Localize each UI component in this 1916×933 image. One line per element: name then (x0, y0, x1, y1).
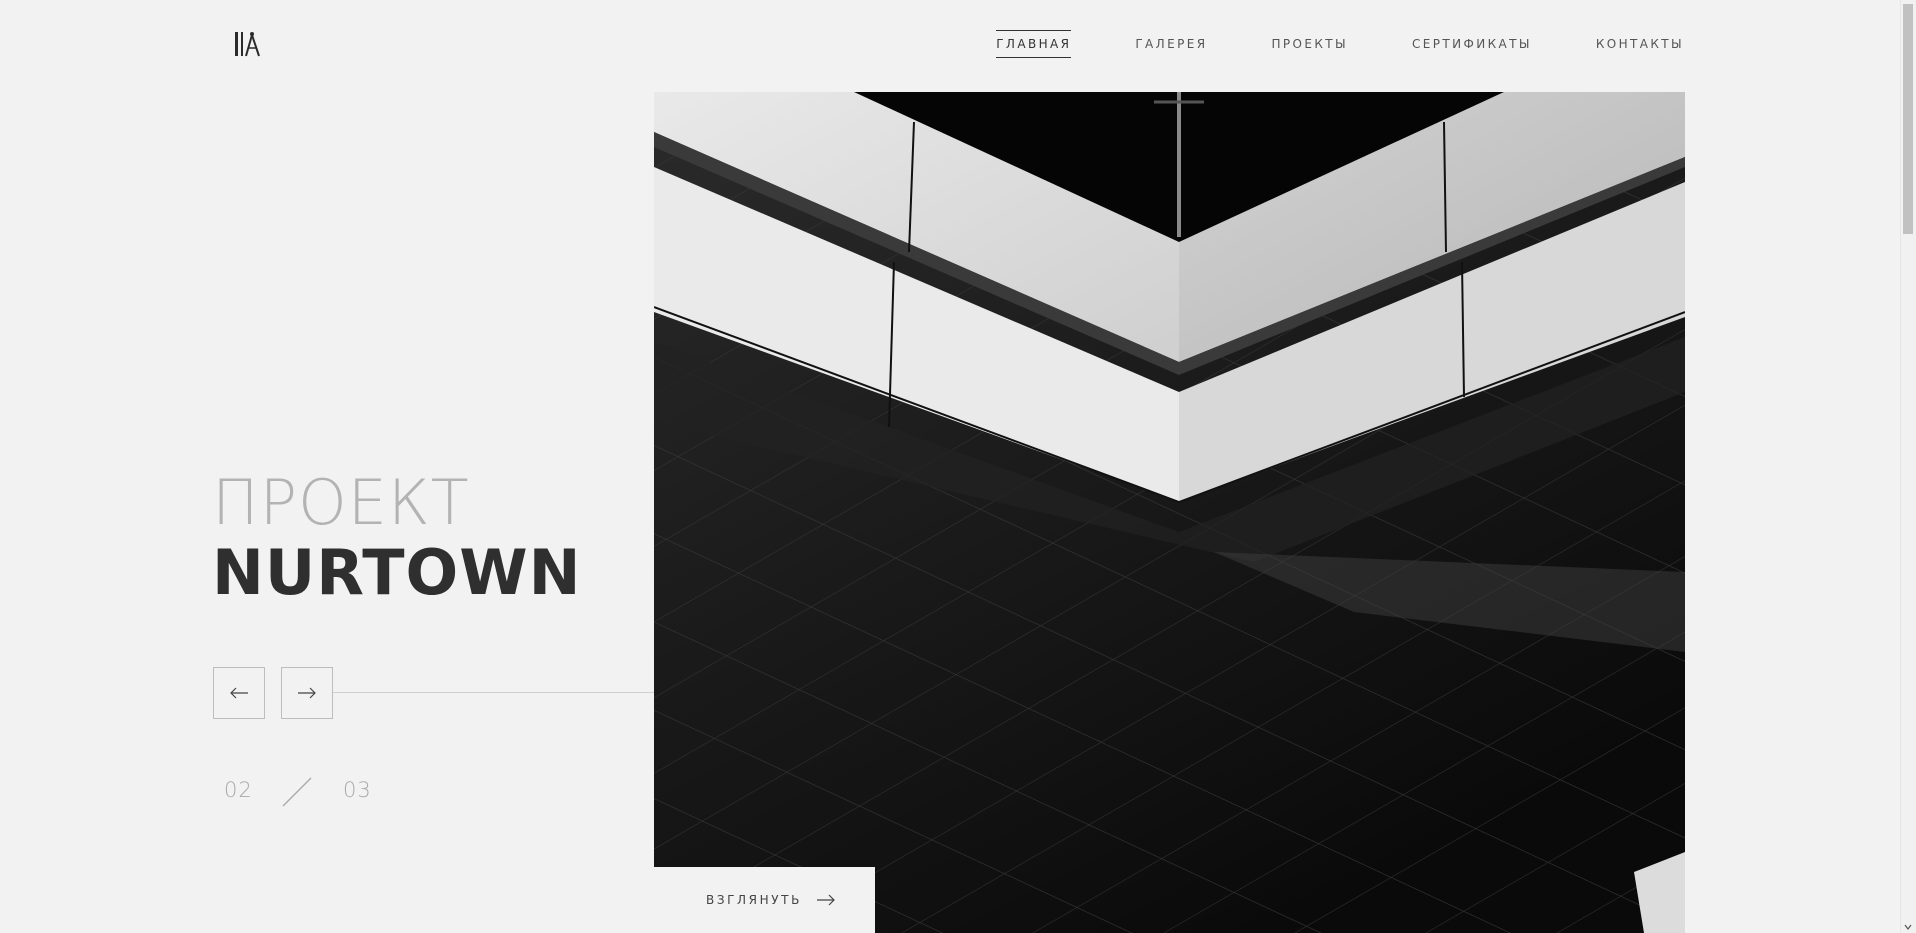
arrow-right-icon (816, 894, 836, 906)
next-slide-button[interactable] (281, 667, 333, 719)
arrow-left-icon (230, 687, 248, 699)
view-project-button[interactable]: ВЗГЛЯНУТЬ (654, 867, 875, 933)
nav-item-contacts[interactable]: КОНТАКТЫ (1596, 34, 1684, 58)
slider-progress-line (333, 692, 654, 693)
slide-counter-total: 03 (343, 778, 372, 802)
slide-counter-current: 02 (224, 778, 253, 802)
page-scrollbar[interactable] (1900, 0, 1916, 933)
arrow-right-icon (298, 687, 316, 699)
hero-title-light: ПРОЕКТ (212, 466, 470, 539)
hero-title-bold: NURTOWN (212, 536, 582, 609)
nav-item-projects[interactable]: ПРОЕКТЫ (1271, 34, 1348, 58)
counter-separator (282, 777, 312, 807)
hero-image (654, 92, 1685, 933)
chevron-down-icon[interactable] (1904, 923, 1912, 931)
main-nav: ГЛАВНАЯ ГАЛЕРЕЯ ПРОЕКТЫ СЕРТИФИКАТЫ КОНТ… (932, 30, 1684, 58)
architect-compass-logo-icon (235, 32, 260, 57)
view-project-label: ВЗГЛЯНУТЬ (706, 893, 802, 907)
prev-slide-button[interactable] (213, 667, 265, 719)
nav-item-gallery[interactable]: ГАЛЕРЕЯ (1135, 34, 1207, 58)
logo[interactable] (233, 30, 263, 58)
scrollbar-thumb[interactable] (1903, 4, 1913, 234)
nav-item-home[interactable]: ГЛАВНАЯ (996, 30, 1072, 58)
nav-item-certificates[interactable]: СЕРТИФИКАТЫ (1412, 34, 1532, 58)
